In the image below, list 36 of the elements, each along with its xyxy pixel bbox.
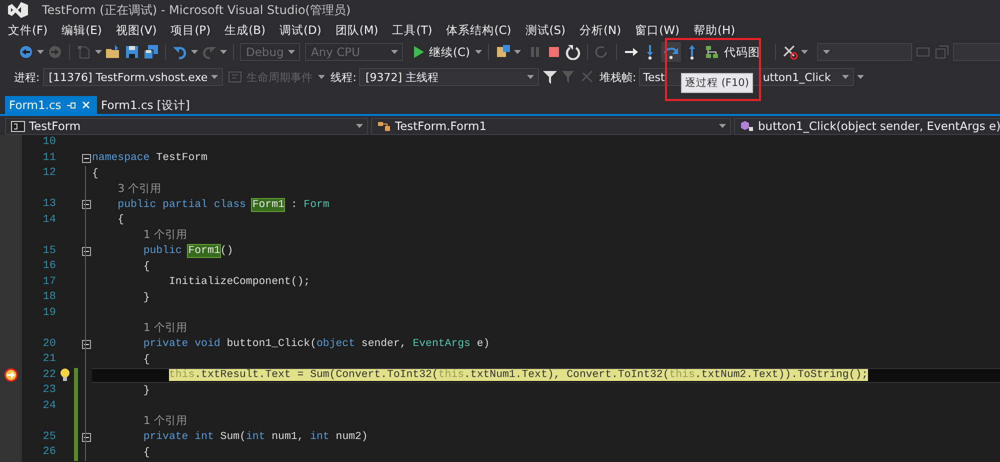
line-number: 12 bbox=[42, 167, 56, 179]
process-label: 进程: bbox=[14, 70, 40, 84]
line-number: 19 bbox=[42, 306, 56, 318]
line-number: 15 bbox=[42, 244, 56, 256]
line-number: 13 bbox=[42, 198, 56, 210]
line-number: 24 bbox=[42, 400, 56, 412]
line-number: 25 bbox=[42, 430, 56, 442]
tooltip: 逐过程 (F10) bbox=[681, 73, 753, 93]
code-line: } bbox=[142, 290, 150, 305]
code-line: { bbox=[92, 166, 98, 181]
code-line: { bbox=[142, 446, 150, 460]
code-line: InitializeComponent(); bbox=[168, 275, 310, 290]
line-number: 14 bbox=[42, 214, 56, 226]
code-line: private void button1_Click(object sender, EventArgs e) bbox=[142, 337, 490, 352]
code-line: namespace TestForm bbox=[92, 151, 208, 166]
window-title: TestForm (正在调试) - Microsoft Visual Studio(管理员) bbox=[42, 2, 351, 18]
line-number: 21 bbox=[42, 353, 56, 365]
line-number: 17 bbox=[42, 276, 56, 288]
line-number: 11 bbox=[42, 152, 56, 164]
line-number: 16 bbox=[42, 260, 56, 272]
code-line: this.txtResult.Text = Sum(Convert.ToInt32(this.txtNum1.Text), Convert.ToInt32(this.txtNum2.Text)).ToString(); bbox=[168, 368, 868, 382]
line-number: 18 bbox=[42, 291, 56, 303]
code-line: { bbox=[142, 260, 150, 274]
stack-frame-label: 堆栈帧: bbox=[599, 70, 636, 84]
code-line: public Form1() bbox=[142, 244, 234, 258]
code-line: private int Sum(int num1, int num2) bbox=[142, 430, 368, 444]
code-line: } bbox=[142, 384, 150, 398]
line-number: 22 bbox=[42, 368, 56, 380]
line-number: 10 bbox=[42, 136, 56, 148]
line-number: 26 bbox=[42, 446, 56, 458]
code-line: { bbox=[142, 352, 150, 367]
code-line: { bbox=[116, 213, 124, 228]
line-number: 23 bbox=[42, 384, 56, 396]
line-number: 20 bbox=[42, 338, 56, 350]
thread-label: 线程: bbox=[330, 70, 356, 84]
code-line: public partial class Form1 : Form bbox=[116, 198, 330, 212]
